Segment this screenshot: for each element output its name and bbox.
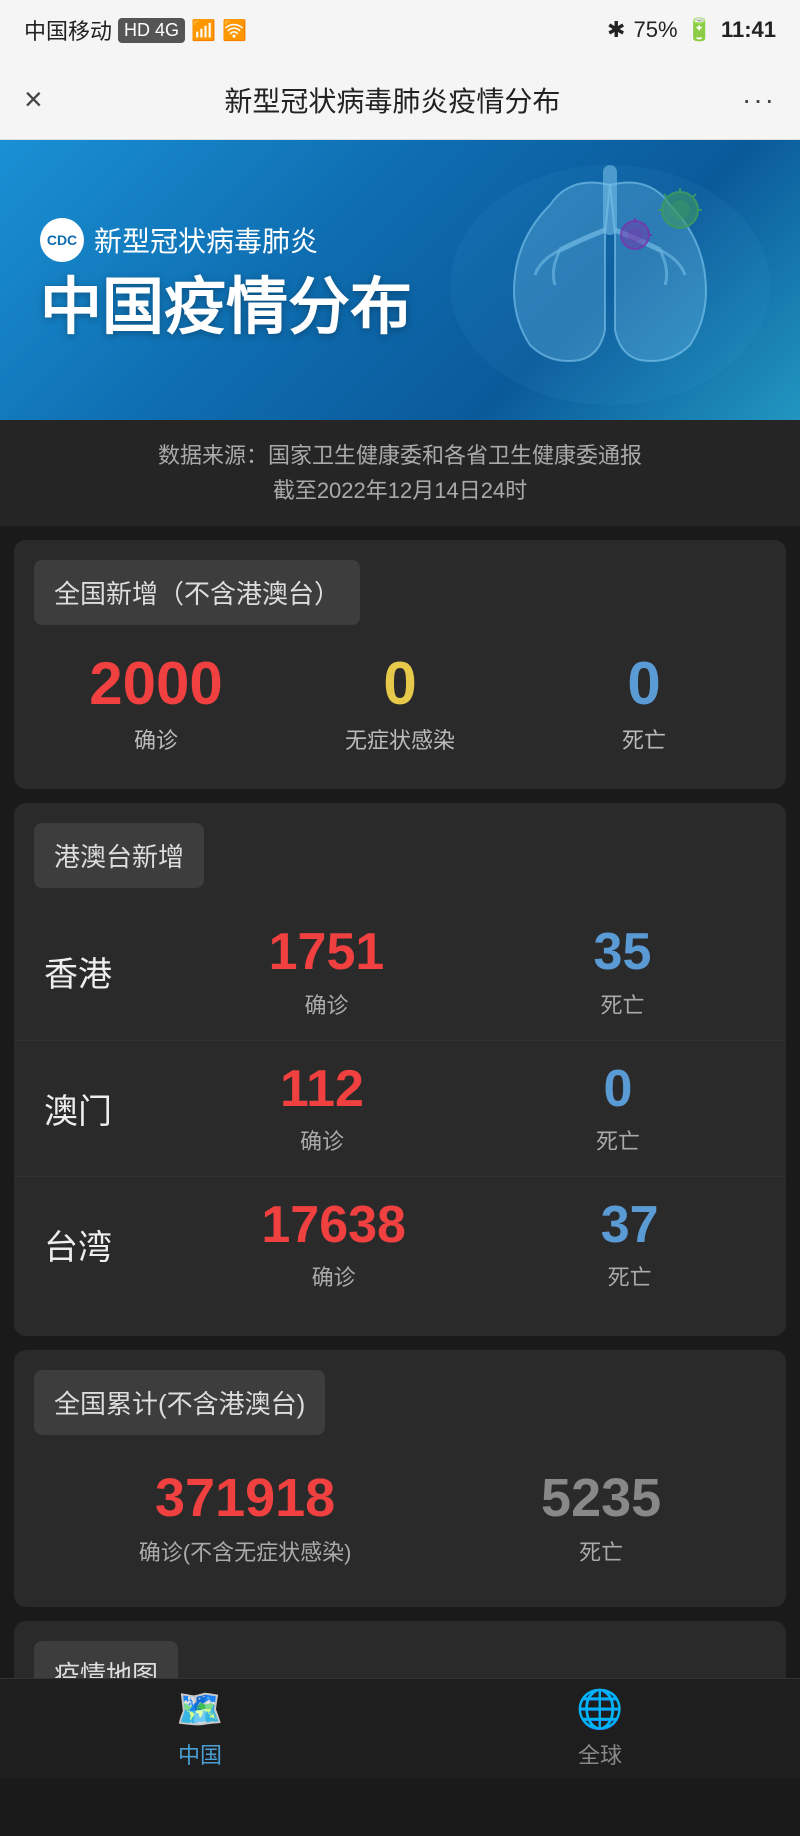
hongkong-confirmed-label: 确诊	[269, 988, 385, 1020]
taiwan-deaths-stat: 37 死亡	[601, 1197, 659, 1292]
battery-icon: 🔋	[686, 17, 713, 43]
taiwan-confirmed-stat: 17638 确诊	[261, 1197, 406, 1292]
macau-deaths-number: 0	[596, 1061, 640, 1118]
hero-banner: CDC 新型冠状病毒肺炎 中国疫情分布	[0, 140, 800, 420]
global-nav-label: 全球	[578, 1738, 622, 1770]
cumulative-deaths-item: 5235 死亡	[541, 1467, 661, 1567]
cumulative-stats-row: 371918 确诊(不含无症状感染) 5235 死亡	[14, 1451, 786, 1583]
time-label: 11:41	[721, 17, 776, 43]
macau-name: 澳门	[44, 1084, 164, 1133]
taiwan-confirmed-label: 确诊	[261, 1260, 406, 1292]
national-new-section: 全国新增（不含港澳台） 2000 确诊 0 无症状感染 0 死亡	[14, 540, 786, 789]
macau-deaths-label: 死亡	[596, 1124, 640, 1156]
asymptomatic-label: 无症状感染	[278, 723, 522, 755]
hongkong-stats: 1751 确诊 35 死亡	[164, 924, 756, 1019]
asymptomatic-number: 0	[278, 651, 522, 717]
hongkong-confirmed-number: 1751	[269, 924, 385, 981]
data-source-line2: 截至2022年12月14日24时	[20, 473, 780, 508]
hongkong-deaths-label: 死亡	[594, 988, 652, 1020]
china-nav-icon: 🗺️	[176, 1688, 223, 1732]
hongkong-confirmed-stat: 1751 确诊	[269, 924, 385, 1019]
deaths-number: 0	[522, 651, 766, 717]
china-nav-label: 中国	[178, 1738, 222, 1770]
signal-icon: 📶	[191, 18, 216, 43]
hongkong-row: 香港 1751 确诊 35 死亡	[14, 904, 786, 1040]
global-nav-icon: 🌐	[576, 1688, 623, 1732]
confirmed-number: 2000	[34, 651, 278, 717]
taiwan-name: 台湾	[44, 1220, 164, 1269]
cumulative-confirmed-number: 371918	[139, 1467, 352, 1529]
deaths-stat: 0 死亡	[522, 651, 766, 755]
hongkong-deaths-stat: 35 死亡	[594, 924, 652, 1019]
cumulative-header: 全国累计(不含港澳台)	[34, 1370, 325, 1435]
hkmt-section: 港澳台新增 香港 1751 确诊 35 死亡 澳门 112 确诊 0 死亡	[14, 803, 786, 1336]
network-type: HD 4G	[118, 18, 185, 43]
asymptomatic-stat: 0 无症状感染	[278, 651, 522, 755]
status-left: 中国移动 HD 4G 📶 🛜	[24, 14, 247, 46]
national-new-header: 全国新增（不含港澳台）	[34, 560, 360, 625]
macau-row: 澳门 112 确诊 0 死亡	[14, 1041, 786, 1177]
hkmt-header: 港澳台新增	[34, 823, 204, 888]
taiwan-confirmed-number: 17638	[261, 1197, 406, 1254]
wifi-icon: 🛜	[222, 18, 247, 43]
nav-bar: × 新型冠状病毒肺炎疫情分布 ···	[0, 60, 800, 140]
bluetooth-icon: ✱	[607, 17, 625, 43]
status-right: ✱ 75% 🔋 11:41	[607, 17, 776, 43]
taiwan-deaths-number: 37	[601, 1197, 659, 1254]
cumulative-confirmed-label: 确诊(不含无症状感染)	[139, 1535, 352, 1567]
confirmed-stat: 2000 确诊	[34, 651, 278, 755]
deaths-label: 死亡	[522, 723, 766, 755]
macau-confirmed-number: 112	[280, 1061, 364, 1118]
more-button[interactable]: ···	[742, 84, 776, 116]
taiwan-deaths-label: 死亡	[601, 1260, 659, 1292]
national-stats-row: 2000 确诊 0 无症状感染 0 死亡	[14, 641, 786, 765]
macau-deaths-stat: 0 死亡	[596, 1061, 640, 1156]
status-bar: 中国移动 HD 4G 📶 🛜 ✱ 75% 🔋 11:41	[0, 0, 800, 60]
cumulative-deaths-number: 5235	[541, 1467, 661, 1529]
hongkong-deaths-number: 35	[594, 924, 652, 981]
macau-confirmed-stat: 112 确诊	[280, 1061, 364, 1156]
china-nav-item[interactable]: 🗺️ 中国	[0, 1688, 400, 1770]
hero-content: CDC 新型冠状病毒肺炎 中国疫情分布	[40, 218, 412, 342]
data-source-line1: 数据来源：国家卫生健康委和各省卫生健康委通报	[20, 438, 780, 473]
data-source-section: 数据来源：国家卫生健康委和各省卫生健康委通报 截至2022年12月14日24时	[0, 420, 800, 526]
macau-confirmed-label: 确诊	[280, 1124, 364, 1156]
cumulative-confirmed-item: 371918 确诊(不含无症状感染)	[139, 1467, 352, 1567]
macau-stats: 112 确诊 0 死亡	[164, 1061, 756, 1156]
page-title: 新型冠状病毒肺炎疫情分布	[43, 80, 742, 120]
cdc-logo: CDC	[40, 218, 84, 262]
global-nav-item[interactable]: 🌐 全球	[400, 1688, 800, 1770]
battery-label: 75%	[633, 17, 677, 43]
taiwan-row: 台湾 17638 确诊 37 死亡	[14, 1177, 786, 1312]
hongkong-name: 香港	[44, 947, 164, 996]
confirmed-label: 确诊	[34, 723, 278, 755]
lung-illustration	[440, 155, 780, 415]
cumulative-deaths-label: 死亡	[541, 1535, 661, 1567]
hero-title: 中国疫情分布	[40, 274, 412, 342]
cumulative-section: 全国累计(不含港澳台) 371918 确诊(不含无症状感染) 5235 死亡	[14, 1350, 786, 1607]
hero-subtitle: 新型冠状病毒肺炎	[94, 220, 318, 260]
bottom-nav: 🗺️ 中国 🌐 全球	[0, 1678, 800, 1778]
hero-cdc-row: CDC 新型冠状病毒肺炎	[40, 218, 412, 262]
taiwan-stats: 17638 确诊 37 死亡	[164, 1197, 756, 1292]
close-button[interactable]: ×	[24, 81, 43, 118]
carrier-label: 中国移动	[24, 14, 112, 46]
